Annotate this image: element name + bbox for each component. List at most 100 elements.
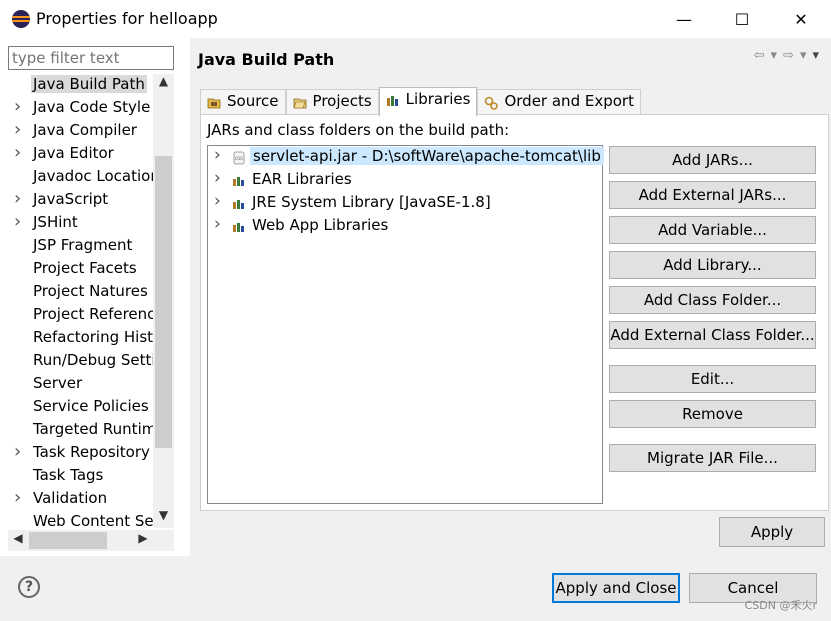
scroll-down-icon[interactable]: ▼ (153, 508, 174, 528)
tab-label: Libraries (405, 90, 471, 108)
library-row[interactable]: › EAR Libraries (208, 168, 602, 192)
library-label: JRE System Library [JavaSE-1.8] (252, 193, 491, 211)
page-title: Java Build Path (198, 50, 335, 69)
filter-input[interactable] (8, 46, 174, 70)
tree-item-label: Javadoc Location (33, 167, 153, 185)
tree-item-label: Java Compiler (33, 121, 137, 139)
tab-label: Projects (312, 92, 372, 110)
help-icon[interactable]: ? (18, 576, 40, 598)
library-icon (233, 223, 244, 232)
libraries-tree[interactable]: › 010 servlet-api.jar - D:\softWare\apache… (207, 145, 604, 504)
tree-item-label: Run/Debug Settings (33, 351, 153, 369)
library-icon (233, 177, 244, 186)
close-button[interactable]: ✕ (772, 0, 830, 38)
tree-item[interactable]: › JSHint (8, 212, 153, 235)
expand-arrow-icon[interactable]: › (214, 168, 221, 188)
tree-item-label: Task Tags (33, 466, 104, 484)
back-menu-icon[interactable]: ▾ (771, 48, 778, 63)
minimize-button[interactable]: — (655, 0, 713, 38)
expand-arrow-icon[interactable]: › (14, 189, 26, 209)
tree-item[interactable]: › Task Repository (8, 442, 153, 465)
tree-item-label: Project Natures (33, 282, 148, 300)
tab-libraries[interactable]: Libraries (378, 87, 478, 116)
vertical-scrollbar[interactable]: ▲ ▼ (153, 74, 174, 528)
pane-sash[interactable] (190, 38, 198, 556)
library-label: Web App Libraries (252, 216, 389, 234)
tree-item[interactable]: Run/Debug Settings (8, 350, 153, 373)
tree-item[interactable]: Server (8, 373, 153, 396)
tree-item-label: Refactoring History (33, 328, 153, 346)
add-jars-button[interactable]: Add JARs... (609, 146, 816, 174)
tree-item[interactable]: › Java Editor (8, 143, 153, 166)
expand-arrow-icon[interactable]: › (14, 97, 26, 117)
order-export-icon (485, 96, 499, 110)
expand-arrow-icon[interactable]: › (14, 442, 26, 462)
svg-text:010: 010 (235, 156, 243, 161)
library-row[interactable]: › 010 servlet-api.jar - D:\softWare\apache… (208, 145, 604, 169)
tree-item[interactable]: › JavaScript (8, 189, 153, 212)
jar-icon: 010 (233, 151, 245, 165)
tab-projects[interactable]: Projects (285, 89, 379, 115)
tree-item-label: Task Repository (33, 443, 150, 461)
title-bar: Properties for helloapp — ☐ ✕ (0, 0, 831, 38)
forward-menu-icon[interactable]: ▾ (800, 48, 807, 63)
hscroll-thumb[interactable] (29, 532, 107, 549)
expand-arrow-icon[interactable]: › (214, 191, 221, 211)
apply-button[interactable]: Apply (719, 517, 825, 547)
view-menu-icon[interactable]: ▾ (812, 48, 819, 63)
add-class-folder-button[interactable]: Add Class Folder... (609, 286, 816, 314)
scroll-left-icon[interactable]: ◀ (8, 531, 28, 545)
library-row[interactable]: › JRE System Library [JavaSE-1.8] (208, 191, 602, 215)
tree-item[interactable]: Task Tags (8, 465, 153, 488)
tree-item[interactable]: Javadoc Location (8, 166, 153, 189)
history-nav: ⇦ ▾ ⇨ ▾ ▾ (754, 48, 819, 63)
tree-item-label: Project References (33, 305, 153, 323)
forward-arrow-icon[interactable]: ⇨ (783, 48, 794, 63)
tree-item[interactable]: Targeted Runtimes (8, 419, 153, 442)
tab-order-and-export[interactable]: Order and Export (477, 89, 641, 115)
tree-item[interactable]: Java Build Path (8, 74, 153, 97)
migrate-jar-button[interactable]: Migrate JAR File... (609, 444, 816, 472)
expand-arrow-icon[interactable]: › (14, 120, 26, 140)
left-pane: Java Build Path › Java Code Style › Java Com… (0, 38, 190, 556)
button-column: Add JARs... Add External JARs... Add Var… (609, 146, 816, 479)
expand-arrow-icon[interactable]: › (14, 488, 26, 508)
back-arrow-icon[interactable]: ⇦ (754, 48, 765, 63)
window-title: Properties for helloapp (36, 9, 218, 28)
library-label: servlet-api.jar - D:\softWare\apache-tom… (250, 147, 604, 165)
tree-item[interactable]: JSP Fragment (8, 235, 153, 258)
tree-item-label: JavaScript (33, 190, 109, 208)
tab-label: Order and Export (504, 92, 634, 110)
right-pane: Java Build Path ⇦ ▾ ⇨ ▾ ▾ Source Project… (198, 38, 831, 556)
tree-item[interactable]: › Validation (8, 488, 153, 511)
add-variable-button[interactable]: Add Variable... (609, 216, 816, 244)
tree-item-label: Java Editor (33, 144, 114, 162)
library-icon (233, 200, 244, 209)
tree-item[interactable]: Project Natures (8, 281, 153, 304)
tab-bar: Source Projects Libraries Order and Expo… (200, 87, 641, 116)
remove-button[interactable]: Remove (609, 400, 816, 428)
horizontal-scrollbar[interactable]: ◀ ▶ (8, 530, 174, 551)
library-row[interactable]: › Web App Libraries (208, 214, 602, 238)
add-library-button[interactable]: Add Library... (609, 251, 816, 279)
expand-arrow-icon[interactable]: › (214, 145, 221, 165)
scroll-up-icon[interactable]: ▲ (153, 74, 174, 94)
tree-item[interactable]: › Java Code Style (8, 97, 153, 120)
scroll-right-icon[interactable]: ▶ (133, 531, 153, 545)
add-external-jars-button[interactable]: Add External JARs... (609, 181, 816, 209)
tree-item[interactable]: Refactoring History (8, 327, 153, 350)
tab-source[interactable]: Source (200, 89, 286, 115)
expand-arrow-icon[interactable]: › (14, 212, 26, 232)
tree-item[interactable]: Project References (8, 304, 153, 327)
expand-arrow-icon[interactable]: › (214, 214, 221, 234)
maximize-button[interactable]: ☐ (713, 0, 771, 38)
tree-item[interactable]: › Java Compiler (8, 120, 153, 143)
source-folder-icon (207, 98, 221, 109)
tree-item[interactable]: Service Policies (8, 396, 153, 419)
add-external-class-folder-button[interactable]: Add External Class Folder... (609, 321, 816, 349)
expand-arrow-icon[interactable]: › (14, 143, 26, 163)
edit-button[interactable]: Edit... (609, 365, 816, 393)
scroll-thumb[interactable] (155, 156, 172, 448)
tree-item[interactable]: Project Facets (8, 258, 153, 281)
apply-and-close-button[interactable]: Apply and Close (552, 573, 680, 603)
